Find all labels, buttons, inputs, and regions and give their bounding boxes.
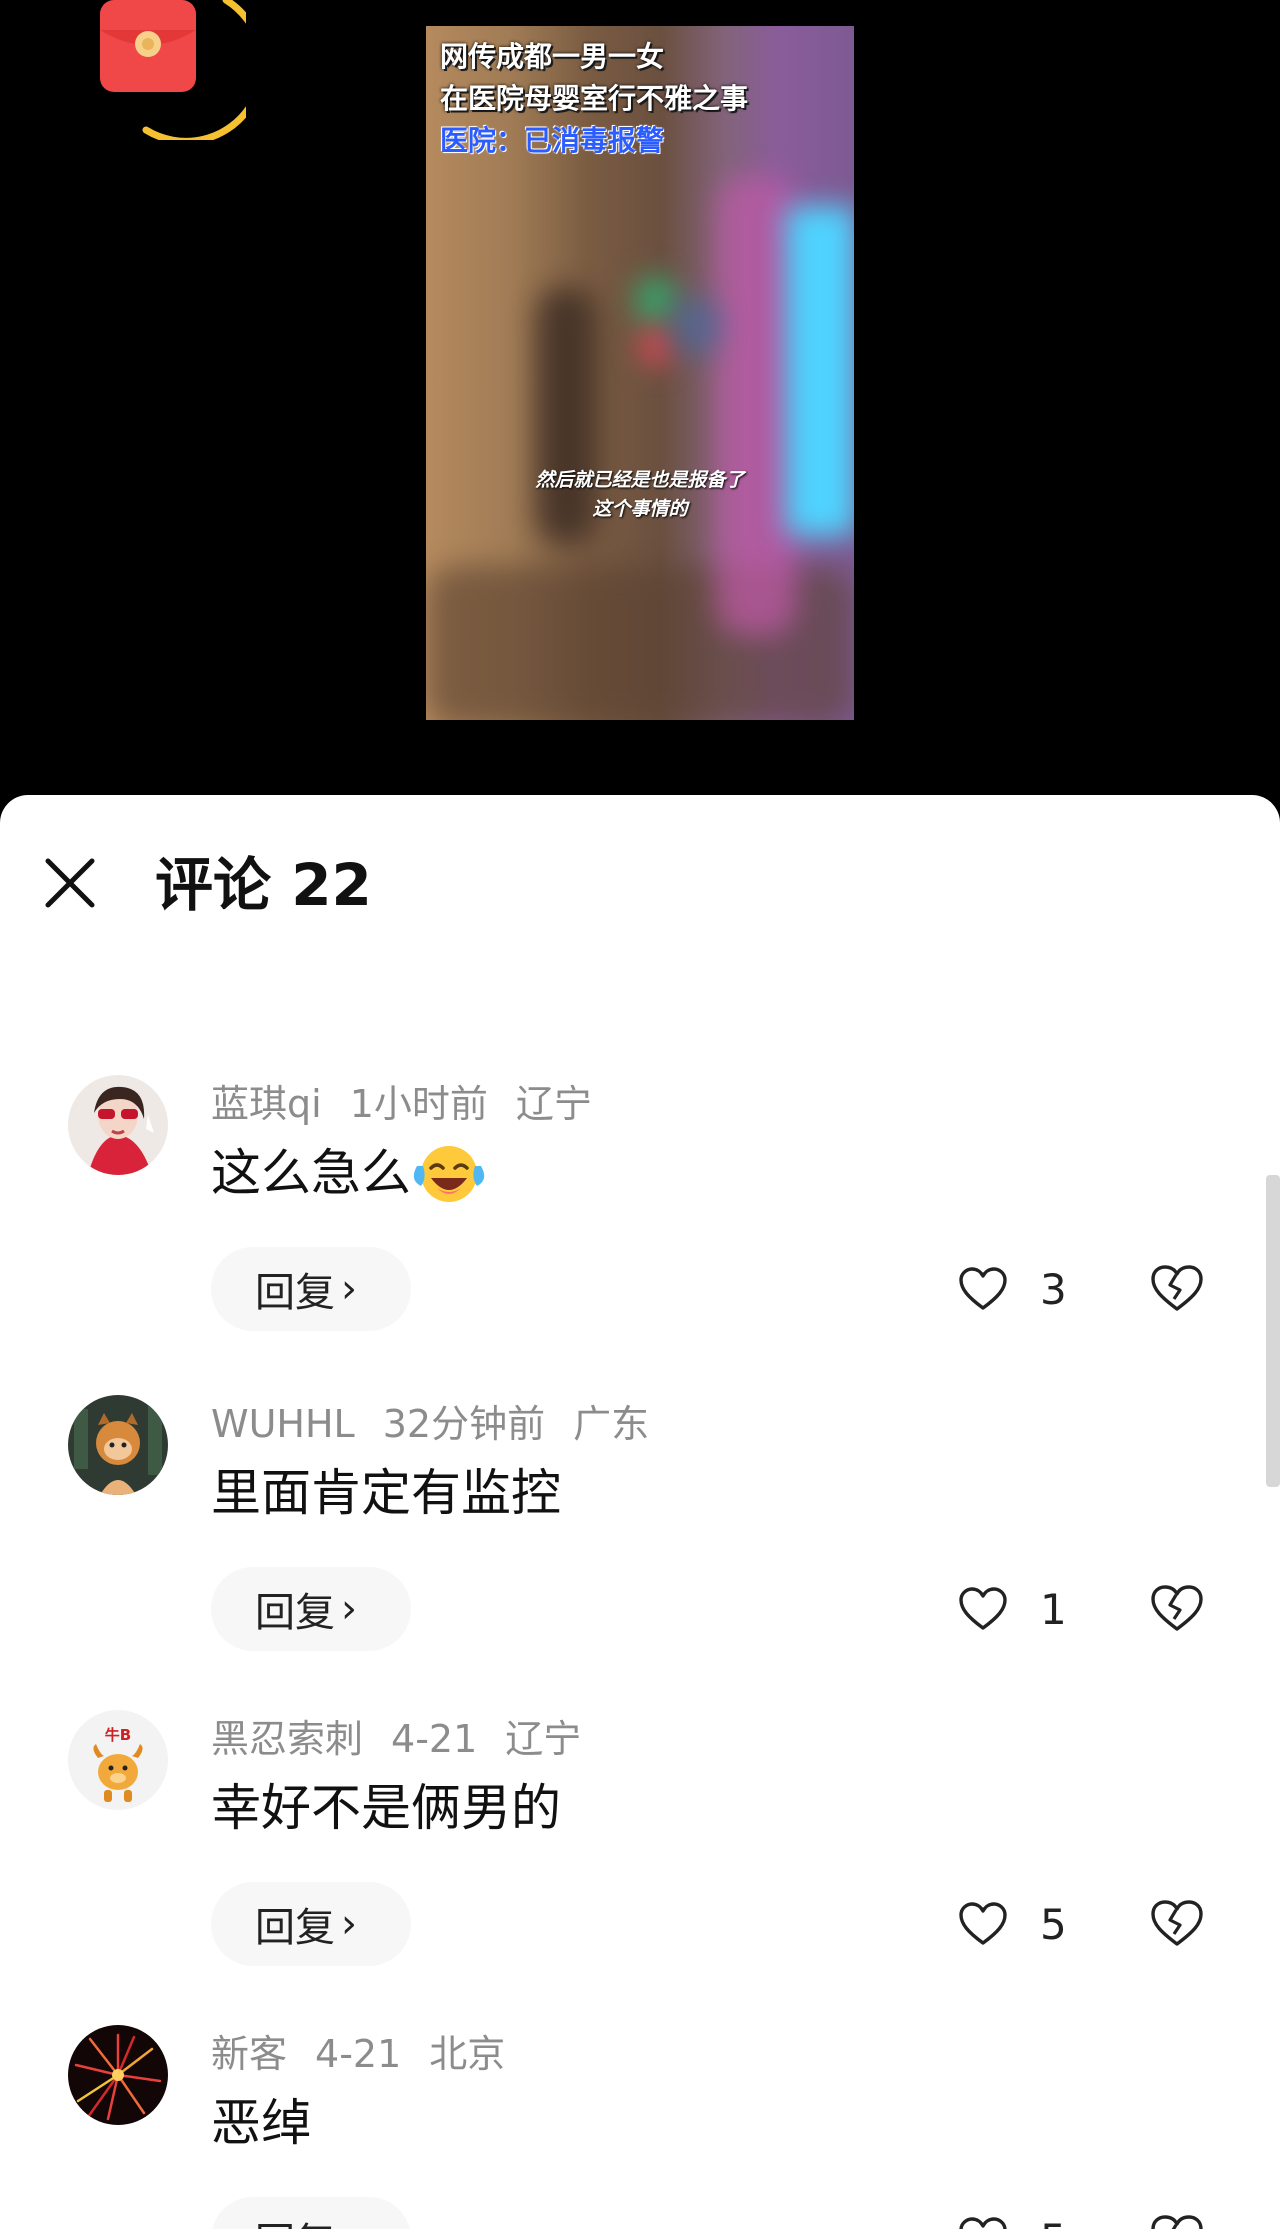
video-caption-line: 医院：已消毒报警 (440, 124, 665, 157)
user-avatar[interactable] (68, 1075, 168, 1175)
chevron-right-icon: › (341, 1901, 357, 1947)
comment-text: 这么急么 (211, 1139, 491, 1210)
like-count: 3 (1040, 1264, 1067, 1314)
laughing-crying-emoji-icon (413, 1145, 485, 1202)
comment-meta: 黑忍索刺 4-21 辽宁 (211, 1714, 609, 1764)
reply-button[interactable]: 回复› (211, 1567, 411, 1651)
like-button[interactable]: 5 (958, 2209, 1067, 2229)
comment-item: WUHHL 32分钟前 广东 里面肯定有监控 回复 › 1 (0, 1395, 1280, 1695)
close-icon[interactable] (40, 853, 100, 913)
video-player[interactable]: 网传成都一男一女 在医院母婴室行不雅之事 医院：已消毒报警 然后就已经是也是报备… (0, 0, 1280, 800)
user-avatar[interactable]: 牛B (68, 1710, 168, 1810)
like-button[interactable]: 3 (958, 1259, 1067, 1319)
comment-text: 里面肯定有监控 (211, 1464, 561, 1522)
comment-location: 辽宁 (515, 1082, 592, 1126)
video-caption-line: 网传成都一男一女 (440, 40, 665, 73)
video-caption: 网传成都一男一女 在医院母婴室行不雅之事 医院：已消毒报警 (440, 36, 748, 162)
avatar-text: 牛B (105, 1726, 131, 1744)
video-blur-object (641, 326, 671, 366)
reply-label: 回复 (255, 1590, 335, 1636)
heart-icon (959, 2217, 1007, 2229)
comment-username[interactable]: 黑忍索刺 (211, 1717, 363, 1761)
comment-time: 32分钟前 (382, 1402, 546, 1446)
video-caption-line: 在医院母婴室行不雅之事 (440, 82, 749, 115)
comment-username[interactable]: 新客 (211, 2032, 287, 2076)
comment-location: 北京 (429, 2032, 506, 2076)
comment-location: 广东 (573, 1402, 650, 1446)
comment-username[interactable]: WUHHL (211, 1402, 355, 1446)
comment-text: 恶绰 (211, 2094, 311, 2152)
video-blur-object (636, 276, 676, 326)
red-packet-icon[interactable] (96, 0, 246, 140)
broken-heart-icon[interactable] (1150, 1898, 1204, 1948)
like-button[interactable]: 1 (958, 1579, 1067, 1639)
comment-time: 4-21 (391, 1717, 478, 1761)
video-subtitle-line: 然后就已经是也是报备了 (535, 469, 745, 491)
comment-text-content: 这么急么 (211, 1144, 411, 1202)
reply-label: 回复 (255, 1270, 335, 1316)
comment-text: 幸好不是俩男的 (211, 1779, 561, 1837)
comments-title: 评论 22 (155, 851, 372, 919)
comment-meta: 蓝琪qi 1小时前 辽宁 (211, 1079, 620, 1129)
chevron-right-icon: › (341, 2216, 357, 2229)
comment-meta: WUHHL 32分钟前 广东 (211, 1399, 677, 1449)
chevron-right-icon: › (341, 1586, 357, 1632)
heart-icon (959, 1587, 1007, 1630)
broken-heart-icon[interactable] (1150, 1583, 1204, 1633)
like-count: 1 (1040, 1584, 1067, 1634)
video-blur-object (671, 296, 721, 356)
user-avatar[interactable] (68, 1395, 168, 1495)
reply-label: 回复 (255, 1905, 335, 1951)
comment-item: 牛B 黑忍索刺 4-21 辽宁 幸好不是俩男的 回复 › 5 (0, 1710, 1280, 2010)
video-blur-wall (716, 176, 796, 636)
like-count: 5 (1040, 2215, 1067, 2229)
heart-icon (959, 1267, 1007, 1310)
comment-username[interactable]: 蓝琪qi (211, 1082, 322, 1126)
comment-meta: 新客 4-21 北京 (211, 2029, 533, 2079)
comment-item: 新客 4-21 北京 恶绰 回复 › 5 (0, 2025, 1280, 2229)
chevron-right-icon: › (341, 1266, 357, 1312)
reply-label: 回复 (255, 2210, 335, 2229)
reply-button[interactable]: 回复› (211, 1882, 411, 1966)
user-avatar[interactable] (68, 2025, 168, 2125)
broken-heart-icon[interactable] (1150, 1263, 1204, 1313)
reply-button[interactable]: 回复 › (211, 2197, 411, 2229)
video-subtitle: 然后就已经是也是报备了 这个事情的 (426, 466, 854, 524)
heart-icon (959, 1902, 1007, 1945)
like-button[interactable]: 5 (958, 1894, 1067, 1954)
comment-item: 蓝琪qi 1小时前 辽宁 这么急么 回复 › 3 (0, 1075, 1280, 1375)
video-subtitle-line: 这个事情的 (592, 498, 688, 520)
comment-time: 1小时前 (349, 1082, 488, 1126)
comment-location: 辽宁 (505, 1717, 582, 1761)
comments-sheet: 评论 22 蓝琪qi 1小时前 辽宁 这么急么 回复 › 3 WUHHL 32分… (0, 795, 1280, 2229)
video-frame[interactable]: 网传成都一男一女 在医院母婴室行不雅之事 医院：已消毒报警 然后就已经是也是报备… (426, 26, 854, 720)
reply-button[interactable]: 回复› (211, 1247, 411, 1331)
like-count: 5 (1040, 1899, 1067, 1949)
broken-heart-icon[interactable] (1150, 2213, 1204, 2229)
comment-time: 4-21 (315, 2032, 402, 2076)
